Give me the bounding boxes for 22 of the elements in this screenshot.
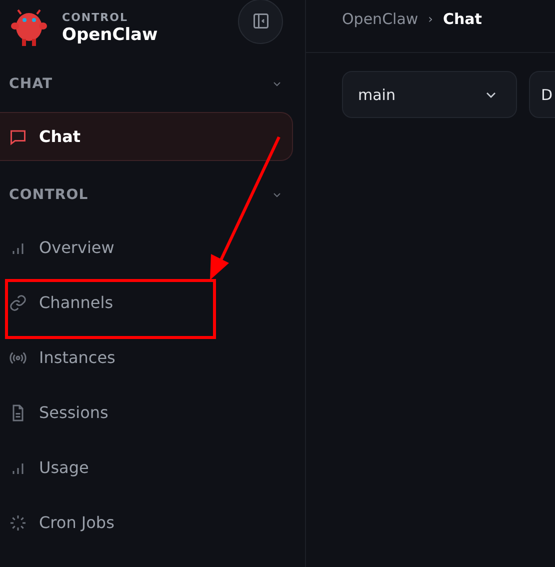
nav-item[interactable]: Overview xyxy=(0,223,293,272)
brand-name: OpenClaw xyxy=(62,25,158,45)
breadcrumb-item[interactable]: OpenClaw xyxy=(342,10,418,28)
sidebar-toggle-icon xyxy=(252,12,270,30)
link-icon xyxy=(9,294,27,312)
select-dropdown[interactable]: main xyxy=(342,71,517,118)
collapse-sidebar-button[interactable] xyxy=(238,0,283,44)
select-dropdown[interactable]: D xyxy=(529,71,555,118)
loader-icon xyxy=(9,514,27,532)
chat-icon xyxy=(9,128,27,146)
breadcrumb-item: Chat xyxy=(442,10,482,28)
nav-item[interactable]: Chat xyxy=(0,112,293,161)
breadcrumb-separator: › xyxy=(428,12,433,26)
nav-item[interactable]: Channels xyxy=(0,278,293,327)
nav-group-header[interactable]: CHAT xyxy=(0,56,305,112)
nav-item[interactable]: Cron Jobs xyxy=(0,498,293,547)
nav-item[interactable]: Sessions xyxy=(0,388,293,437)
nav-group-header[interactable]: CONTROL xyxy=(0,167,305,223)
robot-mascot-logo xyxy=(8,8,50,48)
nav-item[interactable]: Instances xyxy=(0,333,293,382)
nav-item[interactable]: Usage xyxy=(0,443,293,492)
brand-label: CONTROL xyxy=(62,11,128,24)
